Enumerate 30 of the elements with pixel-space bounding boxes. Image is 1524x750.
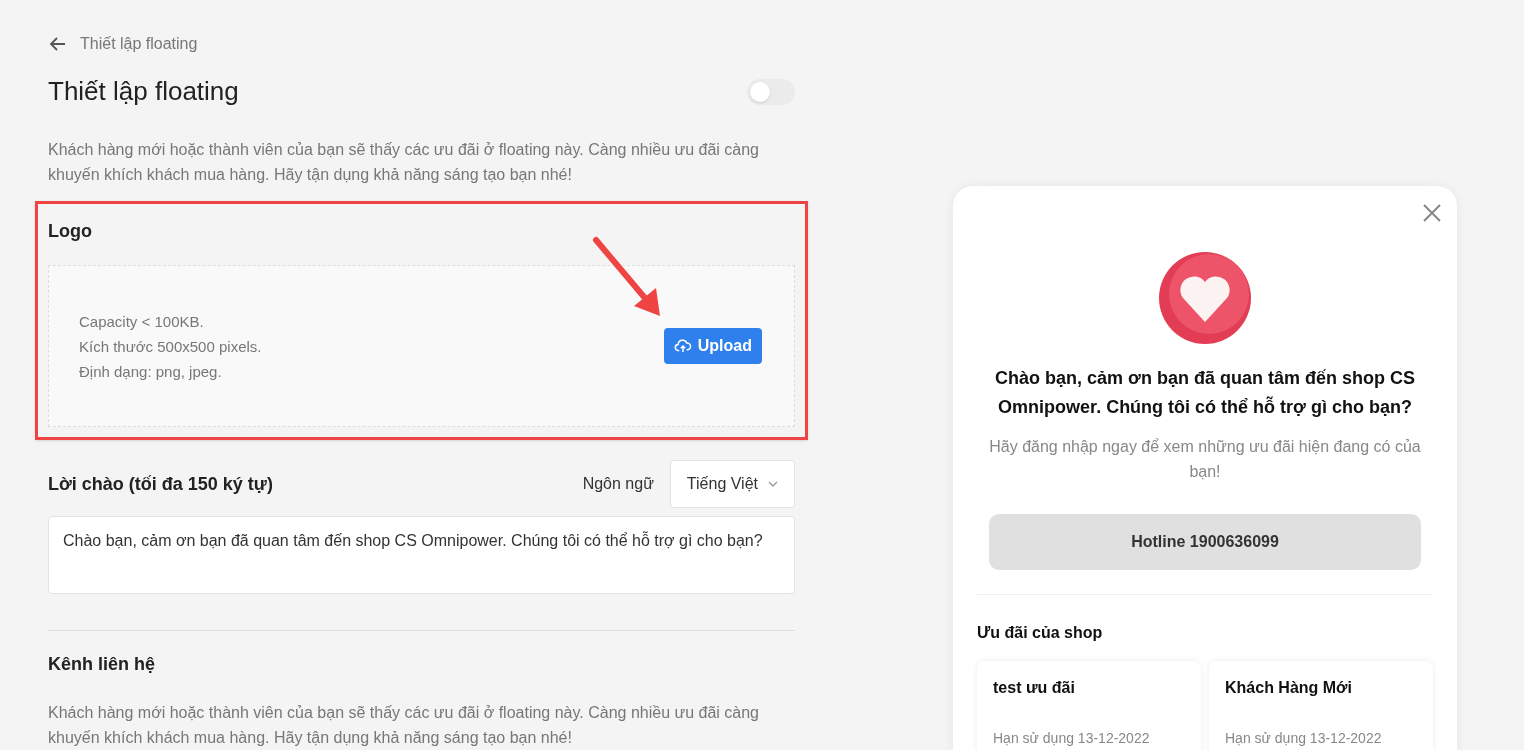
offer-expiry: Hạn sử dụng 13-12-2022 — [993, 729, 1151, 748]
offer-card[interactable]: test ưu đãi Hạn sử dụng 13-12-2022 — [977, 661, 1201, 750]
greeting-input[interactable]: Chào bạn, cảm ơn bạn đã quan tâm đến shop CS Omnipower. Chúng tôi có thể hỗ trợ gì cho bạn? — [48, 516, 795, 594]
offers-title: Ưu đãi của shop — [977, 623, 1103, 643]
preview-greeting: Chào bạn, cảm ơn bạn đã quan tâm đến shop CS Omnipower. Chúng tôi có thể hỗ trợ gì cho bạn? — [994, 367, 1416, 419]
cloud-upload-icon — [673, 337, 692, 355]
close-button[interactable] — [1423, 204, 1441, 222]
language-select[interactable]: Tiếng Việt — [669, 460, 795, 508]
contact-description: Khách hàng mới hoặc thành viên của bạn sẽ thấy các ưu đãi ở floating này. Càng nhiều ưu đãi càng khuyến khích khách mua hàng. Hãy tận dụng khả năng sáng tạo bạn nhé! — [48, 703, 760, 748]
offer-name: test ưu đãi — [993, 678, 1076, 698]
logo-title: Logo — [48, 220, 93, 243]
toggle-switch[interactable] — [747, 78, 795, 105]
offer-expiry: Hạn sử dụng 13-12-2022 — [1225, 729, 1383, 748]
greeting-title: Lời chào (tối đa 150 ký tự) — [48, 472, 273, 496]
upload-hint: Capacity < 100KB. — [79, 311, 205, 332]
intro-text: Khách hàng mới hoặc thành viên của bạn sẽ thấy các ưu đãi ở floating này. Càng nhiều ưu đãi càng khuyến khích khách mua hàng. Hãy tận dụng khả năng sáng tạo bạn nhé! — [48, 140, 760, 185]
breadcrumb-label[interactable]: Thiết lập floating — [80, 32, 198, 56]
contact-title: Kênh liên hệ — [48, 653, 156, 676]
close-icon — [1423, 204, 1441, 222]
language-label: Ngôn ngữ — [582, 474, 654, 494]
offer-card[interactable]: Khách Hàng Mới Hạn sử dụng 13-12-2022 — [1209, 661, 1433, 750]
login-prompt: Hãy đăng nhập ngay để xem những ưu đãi hiện đang có của bạn! — [988, 437, 1422, 482]
upload-hint: Định dạng: png, jpeg. — [79, 361, 223, 382]
upload-hint: Kích thước 500x500 pixels. — [79, 336, 262, 357]
chevron-down-icon — [768, 481, 778, 487]
hotline-button[interactable]: Hotline 1900636099 — [989, 514, 1421, 570]
upload-area[interactable]: Capacity < 100KB. Kích thước 500x500 pixels. Định dạng: png, jpeg. Upload — [48, 265, 795, 427]
offer-name: Khách Hàng Mới — [1225, 678, 1353, 698]
upload-button[interactable]: Upload — [663, 328, 762, 364]
page-title: Thiết lập floating — [48, 75, 239, 108]
